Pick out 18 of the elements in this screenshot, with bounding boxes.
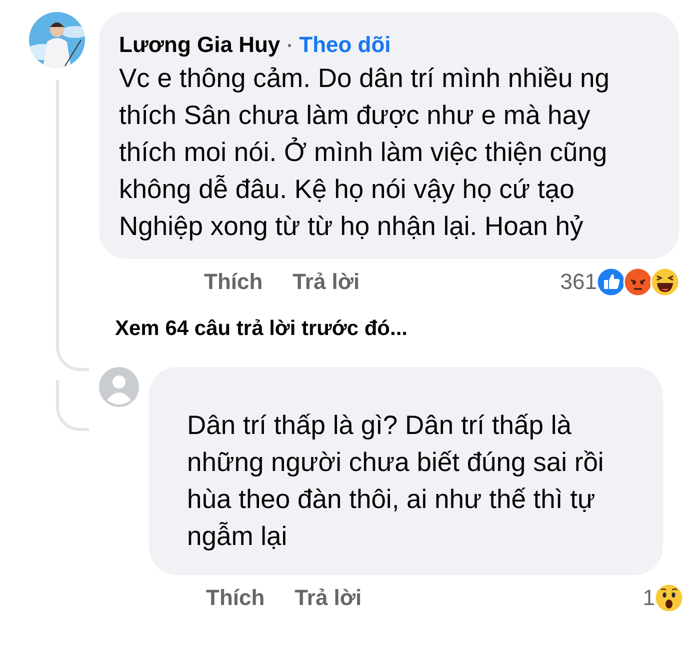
separator-dot — [288, 44, 292, 46]
comment-text: Vc e thông cảm. Do dân trí mình nhiều ng thích Sân chưa làm được như e mà hay thích moi nói. Ở mình làm việc thiện cũng không dễ đâu. Kệ họ nói vậy họ cứ tạo Nghiệp xong từ từ họ nhận lại. Hoan hỷ — [119, 62, 611, 243]
view-previous-replies-link[interactable]: Xem 64 câu trả lời trước đó... — [99, 305, 700, 355]
angry-face-icon — [623, 267, 653, 297]
thread-connector — [56, 380, 89, 431]
like-icon — [596, 267, 626, 297]
surprised-face-icon — [654, 583, 684, 613]
laughing-face-icon — [650, 267, 680, 297]
follow-link[interactable]: Theo dõi — [299, 32, 391, 58]
author-name[interactable]: Lương Gia Huy — [119, 32, 280, 58]
default-avatar-icon — [99, 367, 139, 407]
reaction-count: 361 — [560, 269, 597, 295]
reply-link[interactable]: Trả lời — [294, 585, 362, 611]
reply-text: Dân trí thấp là gì? Dân trí thấp là những người chưa biết đúng sai rồi hùa theo đàn thôi, ai như thế thì tự ngẫm lại — [187, 409, 605, 553]
reply-link[interactable]: Trả lời — [292, 269, 360, 295]
reaction-count: 1 — [642, 585, 655, 611]
like-link[interactable]: Thích — [204, 269, 263, 295]
like-link[interactable]: Thích — [206, 585, 265, 611]
